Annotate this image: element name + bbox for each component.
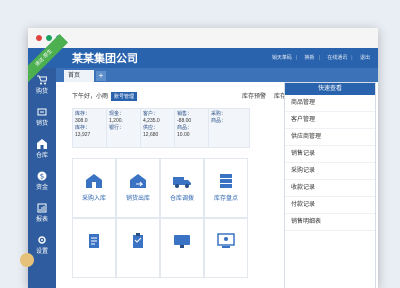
stat-label: 库存：	[75, 111, 91, 117]
shortcut-label: 仓库调拨	[169, 196, 194, 202]
sidebar-item-label: 报表	[35, 217, 48, 223]
stat-label: 采购：	[211, 111, 227, 117]
app-window: 速达·原生 某某集团公司 销天革码 | 换新 | 在线通讯 | 退出 购货 销货 仓库…	[28, 28, 378, 288]
sidebar-item-sales[interactable]: 销货	[28, 102, 56, 132]
sidebar-item-label: 资金	[35, 185, 48, 191]
account-manage-button[interactable]: 账号管理	[111, 92, 138, 101]
quick-item[interactable]: 收款记录	[285, 180, 375, 197]
quick-item[interactable]: 采购记录	[285, 163, 375, 180]
sidebar-item-funds[interactable]: $ 资金	[28, 166, 56, 196]
report-icon	[37, 203, 47, 213]
top-header: 某某集团公司 销天革码 | 换新 | 在线通讯 | 退出	[28, 48, 378, 68]
quick-item[interactable]: 商品管理	[285, 95, 375, 112]
sales-icon	[37, 108, 47, 116]
stats-panel: 库存： 308.0 库存： 13,927 现金： 1,200. 银行： 客户： …	[72, 108, 250, 150]
shortcut-grid: 采购入库 销货出库 仓库调拨 库存盘点	[72, 158, 248, 288]
gear-icon	[38, 236, 46, 244]
quick-item[interactable]: 客户管理	[285, 112, 375, 129]
purchase-icon	[86, 174, 102, 188]
truck-icon	[173, 177, 191, 188]
quick-item[interactable]: 付款记录	[285, 197, 375, 214]
header-link-1[interactable]: 销天革码	[272, 55, 292, 61]
stat-label: 供应：	[143, 125, 159, 131]
shortcut-monitor[interactable]	[160, 218, 204, 278]
sales-out-icon	[130, 174, 146, 188]
minimize-dot-icon[interactable]	[46, 35, 52, 41]
shortcut-stocktake[interactable]: 库存盘点	[204, 158, 248, 218]
add-tab-button[interactable]: +	[96, 71, 106, 81]
shortcut-clipboard[interactable]	[116, 218, 160, 278]
greeting-text: 下午好，小雨	[72, 94, 109, 100]
stat-label: 客户：	[143, 111, 159, 117]
shortcut-document[interactable]	[72, 218, 116, 278]
tab-home[interactable]: 首页	[64, 70, 94, 82]
company-logo: 某某集团公司	[72, 53, 138, 65]
shortcut-label: 采购入库	[81, 196, 106, 202]
sidebar-item-label: 设置	[35, 249, 48, 255]
header-link-2[interactable]: 换新	[305, 55, 315, 61]
shortcut-label: 销货出库	[125, 196, 150, 202]
warehouse-icon	[37, 139, 47, 149]
stock-warning-link[interactable]: 库存预警	[242, 94, 266, 100]
screen-icon	[217, 233, 235, 248]
money-icon: $	[37, 171, 47, 181]
stat-label: 银行：	[109, 125, 125, 131]
sidebar-item-reports[interactable]: 报表	[28, 198, 56, 228]
decorative-badge	[20, 253, 34, 267]
stat-label: 库存：	[75, 125, 91, 131]
stat-label: 商品：	[177, 125, 193, 131]
quick-view-title: 快速查看	[285, 83, 375, 95]
quick-item[interactable]: 供应商管理	[285, 129, 375, 146]
sidebar-item-label: 销货	[35, 121, 48, 127]
shortcut-purchase-in[interactable]: 采购入库	[72, 158, 116, 218]
inventory-icon	[220, 174, 232, 188]
quick-view-panel: 快速查看 商品管理 客户管理 供应商管理 销售记录 采购记录 收款记录 付款记录…	[284, 82, 376, 288]
shortcut-sales-out[interactable]: 销货出库	[116, 158, 160, 218]
stat-label: 现金：	[109, 111, 125, 117]
shortcut-screen[interactable]	[204, 218, 248, 278]
header-link-3[interactable]: 在线通讯	[327, 55, 347, 61]
shortcut-transfer[interactable]: 仓库调拨	[160, 158, 204, 218]
header-links: 销天革码 | 换新 | 在线通讯 | 退出	[271, 55, 370, 61]
stat-label: 商品：	[211, 118, 227, 124]
shortcut-label: 库存盘点	[213, 196, 238, 202]
monitor-icon	[174, 235, 190, 248]
quick-item[interactable]: 销售记录	[285, 146, 375, 163]
stat-label: 销售：	[177, 111, 193, 117]
tab-bar: 首页 +	[56, 68, 378, 82]
quick-item[interactable]: 销售明细表	[285, 214, 375, 231]
close-dot-icon[interactable]	[36, 35, 42, 41]
window-chrome	[28, 28, 378, 49]
greeting: 下午好，小雨 账号管理	[72, 91, 138, 101]
clipboard-icon	[133, 233, 143, 248]
sidebar-item-label: 购货	[35, 89, 48, 95]
svg-text:$: $	[40, 173, 44, 181]
header-link-logout[interactable]: 退出	[360, 55, 370, 61]
stat-card: 采购： 商品：	[208, 108, 250, 148]
document-icon	[89, 234, 99, 248]
cart-icon	[37, 75, 47, 85]
sidebar-item-label: 仓库	[35, 153, 48, 159]
sidebar-item-warehouse[interactable]: 仓库	[28, 134, 56, 164]
